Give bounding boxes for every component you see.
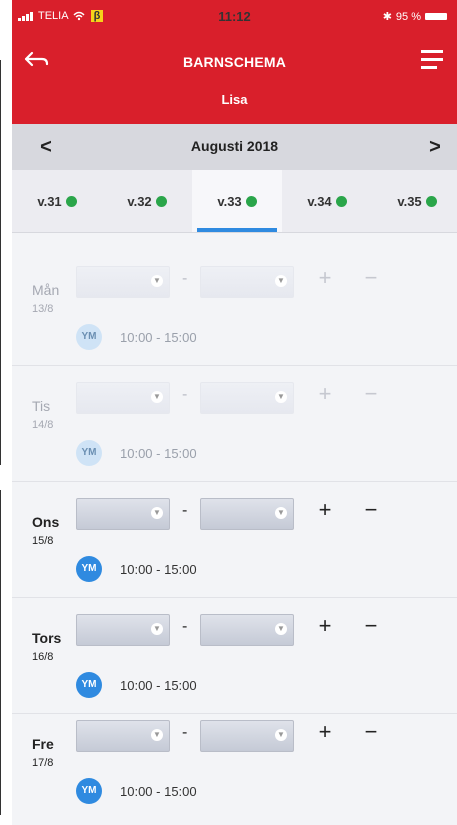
- day-row-thu: Tors 16/8 ▼ - ▼ + − YM 10:00 - 15:00: [12, 598, 457, 714]
- chevron-down-icon: ▼: [275, 275, 287, 287]
- start-time-select[interactable]: ▼: [76, 382, 170, 414]
- status-right: ✱ 95 %: [383, 10, 447, 23]
- next-month-button[interactable]: >: [425, 136, 445, 158]
- week-label: v.32: [127, 193, 152, 209]
- day-date: 15/8: [32, 535, 54, 547]
- bluetooth-icon: ✱: [382, 11, 392, 23]
- start-time-select[interactable]: ▼: [76, 498, 170, 530]
- day-date: 17/8: [32, 757, 54, 769]
- end-time-select[interactable]: ▼: [200, 382, 294, 414]
- check-icon: [335, 195, 347, 207]
- battery-icon: [425, 13, 447, 20]
- day-name: Fre: [32, 736, 54, 752]
- chevron-down-icon: ▼: [275, 507, 287, 519]
- check-icon: [65, 195, 77, 207]
- start-time-select[interactable]: ▼: [76, 266, 170, 298]
- month-label: Augusti 2018: [190, 138, 279, 154]
- day-name: Tis: [32, 398, 51, 414]
- child-name: Lisa: [221, 92, 248, 107]
- week-label: v.33: [217, 193, 242, 209]
- day-row-fri: Fre 17/8 ▼ - ▼ + − YM 10:00 - 15:00: [12, 704, 457, 820]
- range-dash: -: [182, 724, 188, 741]
- range-dash: -: [182, 386, 188, 403]
- avatar: YM: [76, 556, 102, 582]
- tab-week-32[interactable]: v.32: [102, 170, 192, 232]
- scheduled-time: 10:00 - 15:00: [120, 678, 197, 693]
- status-bar: TELIA β 11:12 ✱ 95 %: [12, 0, 457, 30]
- week-label: v.35: [397, 193, 422, 209]
- tab-week-33[interactable]: v.33: [192, 170, 282, 232]
- tab-week-34[interactable]: v.34: [282, 170, 372, 232]
- remove-button[interactable]: −: [358, 612, 384, 640]
- avatar: YM: [76, 672, 102, 698]
- start-time-select[interactable]: ▼: [76, 720, 170, 752]
- add-button[interactable]: +: [312, 718, 338, 746]
- remove-button[interactable]: −: [358, 264, 384, 292]
- day-date: 13/8: [32, 303, 54, 315]
- day-name: Tors: [32, 630, 62, 646]
- start-time-select[interactable]: ▼: [76, 614, 170, 646]
- avatar: YM: [76, 778, 102, 804]
- chevron-down-icon: ▼: [151, 623, 163, 635]
- avatar: YM: [76, 324, 102, 350]
- week-tabs: v.31 v.32 v.33 v.34 v.35: [12, 170, 457, 233]
- day-row-tue: Tis 14/8 ▼ - ▼ + − YM 10:00 - 15:00: [12, 366, 457, 482]
- week-label: v.31: [37, 193, 62, 209]
- tab-week-31[interactable]: v.31: [12, 170, 102, 232]
- chevron-down-icon: ▼: [151, 275, 163, 287]
- day-date: 14/8: [32, 419, 54, 431]
- day-row-mon: Mån 13/8 ▼ - ▼ + − YM 10:00 - 15:00: [12, 250, 457, 366]
- week-label: v.34: [307, 193, 332, 209]
- page-title: BARNSCHEMA: [182, 54, 287, 70]
- remove-button[interactable]: −: [358, 718, 384, 746]
- check-icon: [245, 195, 257, 207]
- add-button[interactable]: +: [312, 380, 338, 408]
- remove-button[interactable]: −: [358, 496, 384, 524]
- chevron-down-icon: ▼: [275, 391, 287, 403]
- chevron-down-icon: ▼: [275, 729, 287, 741]
- add-button[interactable]: +: [312, 612, 338, 640]
- remove-button[interactable]: −: [358, 380, 384, 408]
- nav-bar: BARNSCHEMA: [12, 40, 457, 80]
- end-time-select[interactable]: ▼: [200, 614, 294, 646]
- battery-label: 95 %: [395, 10, 421, 23]
- app-header: TELIA β 11:12 ✱ 95 % BARNSCHEMA Lisa: [12, 0, 457, 124]
- range-dash: -: [182, 270, 188, 287]
- scheduled-time: 10:00 - 15:00: [120, 330, 197, 345]
- chevron-down-icon: ▼: [151, 507, 163, 519]
- frame-border-bottom-left: [0, 490, 1, 815]
- add-button[interactable]: +: [312, 496, 338, 524]
- check-icon: [155, 195, 167, 207]
- scheduled-time: 10:00 - 15:00: [120, 446, 197, 461]
- chevron-down-icon: ▼: [275, 623, 287, 635]
- day-name: Ons: [32, 514, 60, 530]
- tab-week-35[interactable]: v.35: [372, 170, 457, 232]
- end-time-select[interactable]: ▼: [200, 266, 294, 298]
- range-dash: -: [182, 502, 188, 519]
- chevron-down-icon: ▼: [151, 391, 163, 403]
- end-time-select[interactable]: ▼: [200, 498, 294, 530]
- avatar: YM: [76, 440, 102, 466]
- frame-border-top-left: [0, 60, 1, 465]
- scheduled-time: 10:00 - 15:00: [120, 562, 197, 577]
- day-date: 16/8: [32, 651, 54, 663]
- chevron-down-icon: ▼: [151, 729, 163, 741]
- day-row-wed: Ons 15/8 ▼ - ▼ + − YM 10:00 - 15:00: [12, 482, 457, 598]
- range-dash: -: [182, 618, 188, 635]
- month-navigator: < Augusti 2018 >: [12, 124, 457, 170]
- check-icon: [425, 195, 437, 207]
- scheduled-time: 10:00 - 15:00: [120, 784, 197, 799]
- menu-button[interactable]: [421, 48, 447, 74]
- day-name: Mån: [32, 282, 60, 298]
- add-button[interactable]: +: [312, 264, 338, 292]
- app-screen: TELIA β 11:12 ✱ 95 % BARNSCHEMA Lisa < A…: [12, 0, 457, 825]
- end-time-select[interactable]: ▼: [200, 720, 294, 752]
